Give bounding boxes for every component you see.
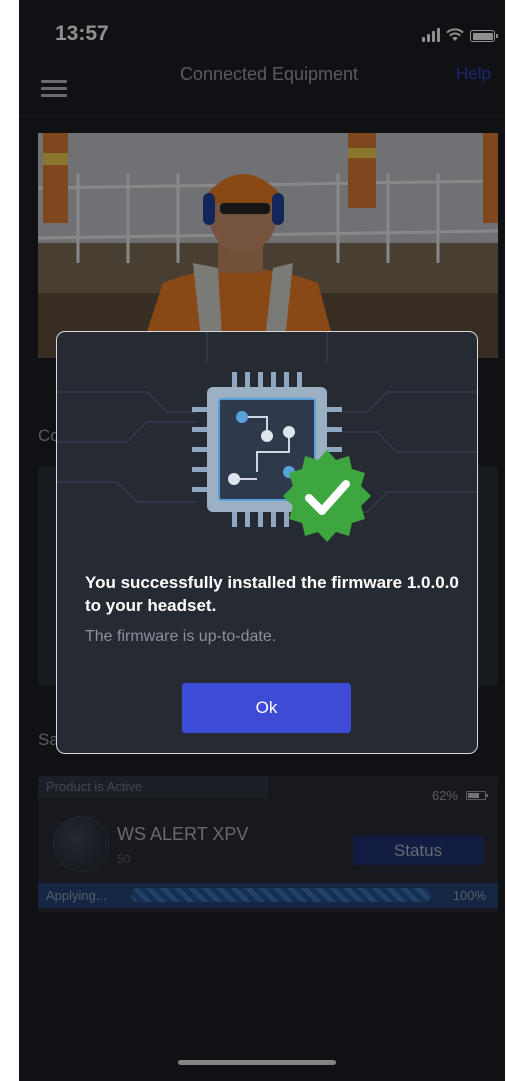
success-check-icon <box>283 450 371 542</box>
firmware-success-dialog: You successfully installed the firmware … <box>56 331 478 754</box>
dialog-subtitle: The firmware is up-to-date. <box>85 628 277 645</box>
chip-illustration <box>57 332 477 527</box>
ok-button[interactable]: Ok <box>182 683 351 733</box>
phone-screen: 13:57 Connected Equipment Help Co Sa Pro… <box>19 0 505 1081</box>
dialog-title: You successfully installed the firmware … <box>85 573 459 615</box>
